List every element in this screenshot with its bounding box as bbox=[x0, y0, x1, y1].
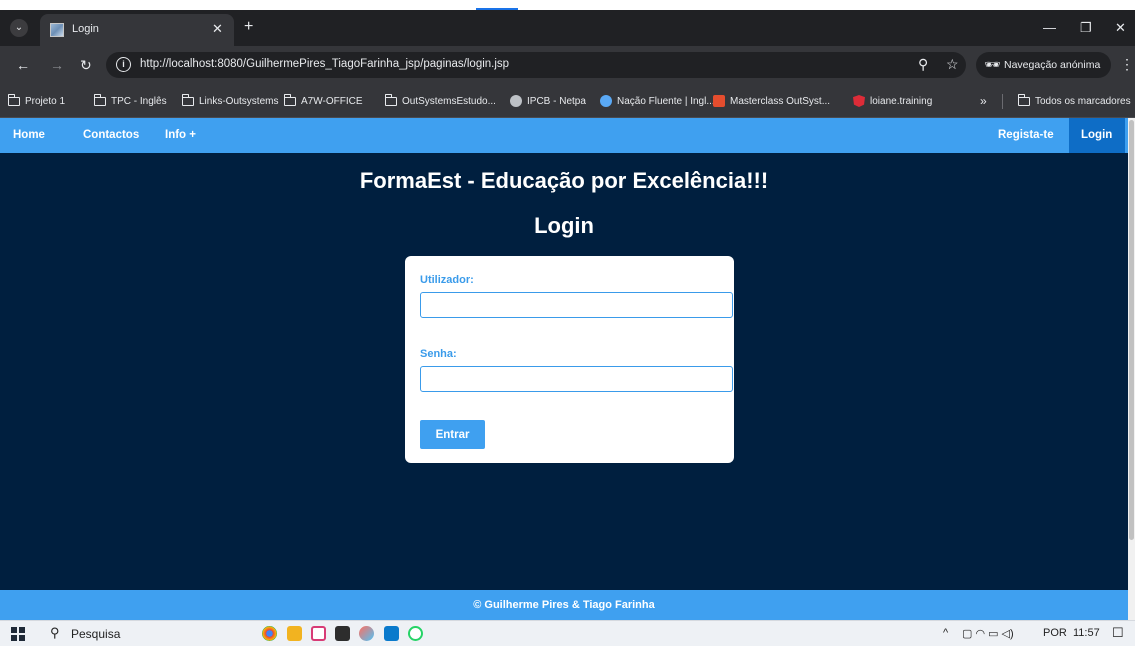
menu-icon[interactable]: ⋮ bbox=[1120, 56, 1134, 73]
bookmark-item[interactable]: Projeto 1 bbox=[7, 84, 65, 118]
nav-regista-link[interactable]: Regista-te bbox=[986, 118, 1066, 153]
page-viewport: Home Contactos Info + Regista-te Login F… bbox=[0, 118, 1135, 620]
folder-icon bbox=[93, 93, 106, 106]
site-footer: © Guilherme Pires & Tiago Farinha bbox=[0, 590, 1128, 620]
page-title: FormaEst - Educação por Excelência!!! bbox=[359, 168, 769, 193]
folder-icon bbox=[283, 93, 296, 106]
star-icon[interactable]: ☆ bbox=[946, 56, 959, 73]
entrar-button[interactable]: Entrar bbox=[420, 420, 485, 449]
bookmarks-overflow-icon[interactable]: » bbox=[980, 84, 987, 118]
site-navbar: Home Contactos Info + Regista-te Login bbox=[0, 118, 1128, 153]
omnibox[interactable]: i http://localhost:8080/GuilhermePires_T… bbox=[106, 52, 966, 78]
taskbar-search-label[interactable]: Pesquisa bbox=[71, 627, 120, 641]
bookmarks-divider bbox=[1002, 94, 1003, 109]
close-tab-icon[interactable]: ✕ bbox=[212, 21, 223, 37]
login-form: Utilizador: Senha: Entrar bbox=[405, 256, 734, 463]
forward-icon[interactable]: → bbox=[50, 57, 64, 73]
restore-icon[interactable]: ❐ bbox=[1080, 20, 1092, 36]
back-icon[interactable]: ← bbox=[16, 57, 30, 73]
globe-icon bbox=[510, 95, 522, 107]
password-label: Senha: bbox=[420, 348, 457, 360]
username-label: Utilizador: bbox=[420, 274, 474, 286]
close-window-icon[interactable]: ✕ bbox=[1115, 20, 1126, 36]
page-subtitle: Login bbox=[534, 213, 594, 238]
tray-chevron-icon[interactable]: ^ bbox=[943, 627, 948, 639]
scrollbar-thumb[interactable] bbox=[1129, 120, 1134, 540]
search-icon[interactable]: ⚲ bbox=[50, 625, 60, 641]
bookmark-item[interactable]: loiane.training bbox=[853, 84, 932, 118]
nav-home-link[interactable]: Home bbox=[1, 118, 57, 153]
password-input[interactable] bbox=[420, 366, 733, 392]
site-icon bbox=[600, 95, 612, 107]
os-taskbar: ⚲ Pesquisa ^ ▢ ◠ ▭ ◁) POR 11:57 ☐ bbox=[0, 620, 1135, 646]
nav-info-link[interactable]: Info + bbox=[153, 118, 208, 153]
tab-bar: ⌄ Login ✕ + — ❐ ✕ bbox=[0, 10, 1135, 46]
bookmark-item[interactable]: Nação Fluente | Ingl... bbox=[600, 84, 715, 118]
url-text[interactable]: http://localhost:8080/GuilhermePires_Tia… bbox=[140, 58, 509, 70]
all-bookmarks-item[interactable]: Todos os marcadores bbox=[1017, 84, 1131, 118]
angular-icon bbox=[853, 95, 865, 107]
address-bar: ← → ↻ i http://localhost:8080/GuilhermeP… bbox=[0, 46, 1135, 84]
tray-icons[interactable]: ▢ ◠ ▭ ◁) bbox=[962, 627, 1014, 640]
file-explorer-icon[interactable] bbox=[287, 626, 302, 641]
app-icon[interactable] bbox=[359, 626, 374, 641]
folder-icon bbox=[384, 93, 397, 106]
username-input[interactable] bbox=[420, 292, 733, 318]
chrome-app-icon[interactable] bbox=[262, 626, 277, 641]
site-icon bbox=[713, 95, 725, 107]
whatsapp-icon[interactable] bbox=[408, 626, 423, 641]
snipping-tool-icon[interactable] bbox=[311, 626, 326, 641]
folder-icon bbox=[7, 93, 20, 106]
top-strip bbox=[0, 0, 1135, 10]
bookmark-item[interactable]: Masterclass OutSyst... bbox=[713, 84, 830, 118]
clock[interactable]: 11:57 bbox=[1073, 627, 1100, 639]
bookmark-item[interactable]: OutSystemsEstudo... bbox=[384, 84, 496, 118]
bookmark-item[interactable]: TPC - Inglês bbox=[93, 84, 167, 118]
language-indicator[interactable]: POR bbox=[1043, 627, 1067, 639]
page-scrollbar[interactable] bbox=[1128, 118, 1135, 620]
terminal-icon[interactable] bbox=[335, 626, 350, 641]
incognito-icon: 🕶 bbox=[984, 57, 1001, 72]
minimize-icon[interactable]: — bbox=[1043, 20, 1056, 35]
nav-login-link[interactable]: Login bbox=[1069, 118, 1125, 153]
reload-icon[interactable]: ↻ bbox=[80, 57, 92, 74]
tab-login[interactable]: Login ✕ bbox=[40, 14, 234, 46]
windows-start-icon[interactable] bbox=[11, 627, 25, 641]
folder-icon bbox=[1017, 93, 1030, 106]
bookmark-item[interactable]: A7W-OFFICE bbox=[283, 84, 362, 118]
incognito-label: Navegação anónima bbox=[1004, 59, 1101, 71]
vscode-icon[interactable] bbox=[384, 626, 399, 641]
bookmark-item[interactable]: Links-Outsystems bbox=[181, 84, 278, 118]
bookmarks-bar: Projeto 1 TPC - Inglês Links-Outsystems … bbox=[0, 84, 1135, 118]
incognito-badge[interactable]: 🕶 Navegação anónima bbox=[976, 52, 1111, 78]
zoom-icon[interactable]: ⚲ bbox=[918, 56, 928, 73]
site-info-icon[interactable]: i bbox=[116, 57, 131, 72]
notification-icon[interactable]: ☐ bbox=[1112, 625, 1124, 641]
bookmark-item[interactable]: IPCB - Netpa bbox=[510, 84, 586, 118]
favicon-icon bbox=[50, 23, 64, 37]
tab-search-icon[interactable]: ⌄ bbox=[10, 19, 28, 37]
folder-icon bbox=[181, 93, 194, 106]
nav-contactos-link[interactable]: Contactos bbox=[71, 118, 151, 153]
browser-chrome: ⌄ Login ✕ + — ❐ ✕ ← → ↻ i http://localho… bbox=[0, 0, 1135, 118]
tab-title: Login bbox=[72, 23, 99, 35]
new-tab-icon[interactable]: + bbox=[244, 18, 253, 36]
